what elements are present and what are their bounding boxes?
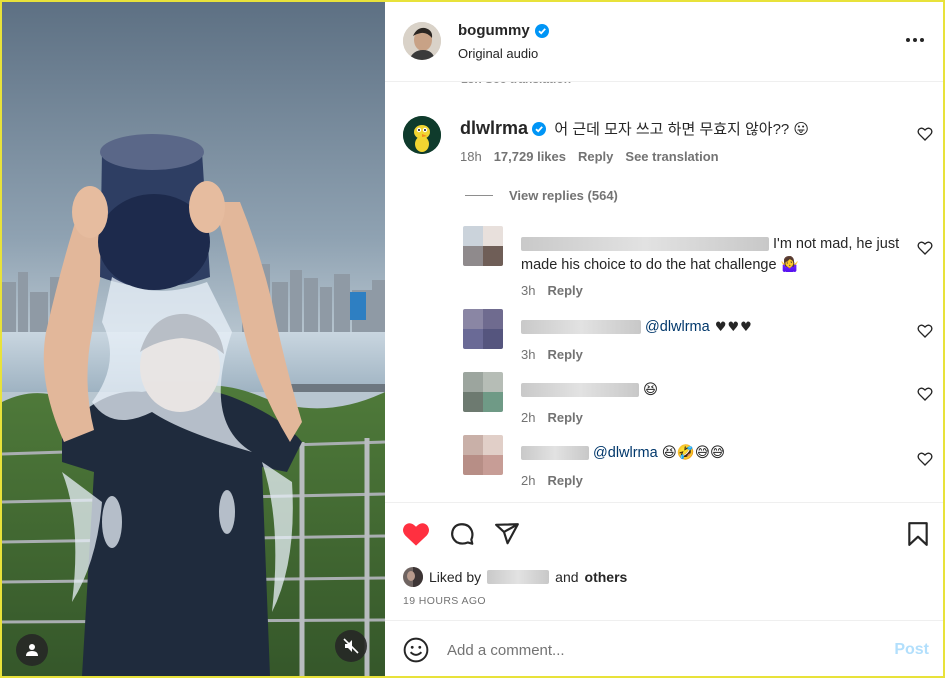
- share-button[interactable]: [492, 519, 522, 549]
- reply-time[interactable]: 2h: [521, 473, 535, 488]
- user-tag-icon: [26, 644, 38, 656]
- reply-avatar[interactable]: [463, 226, 503, 266]
- reply-button[interactable]: Reply: [547, 473, 582, 488]
- redacted-username: [521, 383, 639, 398]
- post-media-video[interactable]: [2, 2, 385, 676]
- reply-like-heart-icon[interactable]: [917, 240, 933, 256]
- reply-item: @dlwlrma ♥♥♥ 3h Reply: [463, 309, 933, 365]
- liked-by-label: Liked by: [429, 569, 482, 585]
- like-button[interactable]: [401, 519, 431, 549]
- reply-item: @dlwlrma 😆🤣😅😅 2h Reply: [463, 435, 933, 491]
- muted-icon: [343, 638, 359, 654]
- post-timestamp[interactable]: 19 HOURS AGO: [403, 595, 486, 607]
- owner-username[interactable]: bogummy: [458, 22, 549, 39]
- liked-by-and: and: [555, 569, 579, 585]
- reply-text-block: 😆: [521, 380, 901, 401]
- commenter-avatar[interactable]: [403, 116, 441, 154]
- see-translation-button[interactable]: See translation: [625, 149, 718, 164]
- reply-mention[interactable]: @dlwlrma: [593, 445, 658, 461]
- comment-time[interactable]: 18h: [460, 149, 482, 164]
- audio-label[interactable]: Original audio: [458, 46, 538, 61]
- view-replies-button[interactable]: View replies (564): [465, 188, 618, 203]
- post-actions: Liked by and others 19 HOURS AGO: [385, 502, 943, 620]
- verified-badge-icon: [532, 121, 547, 136]
- likes-others-link[interactable]: others: [585, 569, 628, 585]
- redacted-username: [521, 237, 769, 252]
- reply-text: ♥♥♥: [709, 320, 753, 335]
- share-icon: [495, 523, 519, 545]
- likes-summary: Liked by and others: [403, 567, 627, 587]
- comment-icon: [451, 523, 474, 545]
- post-dialog: bogummy Original audio 15h See translati…: [0, 0, 945, 678]
- comment-reply-button[interactable]: Reply: [578, 149, 613, 164]
- reply-time[interactable]: 2h: [521, 410, 535, 425]
- redacted-liker[interactable]: [487, 570, 550, 584]
- reply-text: 😆🤣😅😅: [657, 445, 726, 461]
- user-tag-button[interactable]: [16, 634, 48, 666]
- reply-text-block: @dlwlrma 😆🤣😅😅: [521, 443, 901, 464]
- owner-avatar[interactable]: [403, 22, 441, 60]
- bookmark-icon: [908, 522, 928, 546]
- reply-item: 😆 2h Reply: [463, 372, 933, 428]
- liked-by-avatar[interactable]: [403, 567, 423, 587]
- reply-like-heart-icon[interactable]: [917, 451, 933, 467]
- add-comment-bar: Post: [385, 620, 943, 676]
- reply-button[interactable]: Reply: [547, 347, 582, 362]
- redacted-username: [521, 320, 641, 335]
- reply-avatar[interactable]: [463, 309, 503, 349]
- post-details-panel: bogummy Original audio 15h See translati…: [385, 2, 943, 676]
- reply-mention[interactable]: @dlwlrma: [645, 319, 710, 335]
- reply-time[interactable]: 3h: [521, 283, 535, 298]
- reply-text-block: I'm not mad, he just made his choice to …: [521, 234, 901, 276]
- mute-toggle-button[interactable]: [335, 630, 367, 662]
- comment-likes[interactable]: 17,729 likes: [494, 149, 566, 164]
- verified-badge-icon: [534, 23, 549, 38]
- video-frame: [2, 2, 385, 676]
- more-options-button[interactable]: [903, 30, 927, 50]
- reply-avatar[interactable]: [463, 372, 503, 412]
- comment-body: dlwlrma 어 근데 모자 쓰고 하면 무효지 않아?? 😛: [460, 118, 809, 139]
- reply-item: I'm not mad, he just made his choice to …: [463, 226, 933, 301]
- redacted-username: [521, 446, 589, 461]
- comment-meta: 18h 17,729 likes Reply See translation: [460, 149, 719, 164]
- reply-text-block: @dlwlrma ♥♥♥: [521, 317, 901, 338]
- more-options-icon: [906, 38, 924, 42]
- post-header: bogummy Original audio: [385, 2, 943, 82]
- reply-like-heart-icon[interactable]: [917, 323, 933, 339]
- reply-avatar[interactable]: [463, 435, 503, 475]
- emoji-icon[interactable]: [403, 637, 429, 663]
- reply-meta: 2h Reply: [521, 410, 583, 425]
- comment-username[interactable]: dlwlrma: [460, 118, 528, 138]
- reply-meta: 3h Reply: [521, 347, 583, 362]
- save-button[interactable]: [903, 519, 933, 549]
- reply-button[interactable]: Reply: [547, 410, 582, 425]
- heart-icon: [403, 523, 429, 546]
- comment-like-heart-icon[interactable]: [917, 126, 933, 142]
- reply-meta: 3h Reply: [521, 283, 583, 298]
- reply-like-heart-icon[interactable]: [917, 386, 933, 402]
- reply-time[interactable]: 3h: [521, 347, 535, 362]
- reply-meta: 2h Reply: [521, 473, 583, 488]
- replies-divider-line: [465, 195, 493, 196]
- reply-button[interactable]: Reply: [547, 283, 582, 298]
- reply-text: 😆: [639, 382, 659, 398]
- comment-input[interactable]: [447, 639, 867, 661]
- comment-text: 어 근데 모자 쓰고 하면 무효지 않아?? 😛: [554, 121, 810, 138]
- post-comment-button[interactable]: Post: [894, 641, 929, 659]
- comment-button[interactable]: [447, 519, 477, 549]
